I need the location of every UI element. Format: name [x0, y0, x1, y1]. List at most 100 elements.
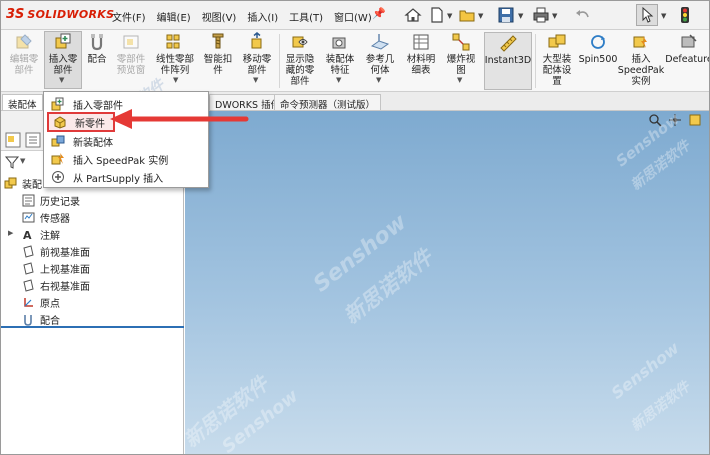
open-folder-icon [459, 10, 475, 22]
component-preview-icon [123, 35, 139, 49]
solidworks-logo[interactable]: 3S SOLIDWORKS [6, 7, 114, 22]
new-document-icon [431, 7, 443, 23]
select-button[interactable] [636, 4, 658, 26]
insert-component-icon [51, 97, 64, 111]
open-caret-icon[interactable]: ▼ [478, 12, 483, 20]
select-arrow-icon [642, 6, 654, 23]
new-document-button[interactable] [428, 5, 446, 25]
exploded-view-button[interactable]: 爆炸视 图 [442, 32, 480, 76]
menu-file[interactable]: 文件(F) [112, 9, 146, 24]
speedpak-icon [633, 36, 647, 48]
move-component-icon [251, 32, 262, 49]
open-button[interactable] [458, 5, 476, 25]
edit-component-icon [16, 34, 32, 49]
plane-icon [23, 244, 34, 258]
menu-insert[interactable]: 插入(I) [247, 9, 278, 24]
component-preview-button[interactable]: 零部件 预览窗 [111, 32, 151, 76]
ds-logo-mark: 3S [6, 7, 25, 22]
new-part-icon [54, 116, 66, 129]
new-document-caret-icon[interactable]: ▼ [447, 12, 452, 20]
menu-tools[interactable]: 工具(T) [289, 9, 323, 24]
tree-item-origin[interactable]: 原点 [22, 294, 60, 310]
show-hidden-components-button[interactable]: 显示隐 藏的零 部件 [281, 32, 319, 87]
tree-item-history[interactable]: 历史记录 [22, 192, 80, 208]
large-assembly-icon [548, 34, 566, 48]
edit-component-button[interactable]: 编辑零 部件 [4, 32, 44, 76]
menu-view[interactable]: 视图(V) [202, 9, 237, 24]
assembly-features-caret-icon[interactable]: ▼ [336, 76, 341, 84]
print-button[interactable] [532, 5, 550, 25]
ribbon-separator [279, 34, 280, 88]
move-component-button[interactable]: 移动零 部件 [238, 32, 276, 76]
main-menu: 文件(F) 编辑(E) 视图(V) 插入(I) 工具(T) 窗口(W) [112, 9, 383, 24]
tree-item-top-plane[interactable]: 上视基准面 [22, 260, 90, 276]
feature-manager-tab-icon[interactable] [4, 131, 22, 149]
expand-annotations-icon[interactable]: ▶ [8, 229, 13, 237]
menu-bar: 3S SOLIDWORKS 文件(F) 编辑(E) 视图(V) 插入(I) 工具… [0, 0, 710, 30]
speedpak-icon [51, 153, 64, 165]
solidworks-logo-text: SOLIDWORKS [27, 8, 115, 21]
flyout-insert-from-partsupply[interactable]: 从 PartSupply 插入 [47, 168, 205, 186]
exploded-view-caret-icon[interactable]: ▼ [457, 76, 462, 84]
section-view-icon[interactable] [688, 113, 702, 127]
print-caret-icon[interactable]: ▼ [552, 12, 557, 20]
home-icon [404, 8, 422, 22]
tree-item-right-plane[interactable]: 右视基准面 [22, 277, 90, 293]
save-icon [498, 7, 514, 23]
annotation-arrow-icon [110, 109, 249, 129]
graphics-viewport[interactable]: Senshow 新思诺软件 Senshow 新思诺软件 Senshow 新思诺软… [185, 111, 710, 455]
spin500-button[interactable]: Spin500 [579, 32, 617, 65]
plane-icon [23, 278, 34, 292]
bill-of-materials-button[interactable]: 材料明 细表 [402, 32, 440, 76]
mate-icon [91, 34, 103, 51]
defeature-button[interactable]: Defeature [665, 32, 710, 65]
filter-caret-icon[interactable]: ▼ [20, 157, 25, 165]
spin500-icon [591, 35, 605, 49]
tree-item-front-plane[interactable]: 前视基准面 [22, 243, 90, 259]
smart-fastener-button[interactable]: 智能扣 件 [199, 32, 237, 76]
tree-item-mates[interactable]: 配合 [22, 311, 60, 327]
bom-icon [413, 34, 429, 50]
flyout-insert-speedpak[interactable]: 插入 SpeedPak 实例 [47, 150, 205, 168]
mate-button[interactable]: 配合 [84, 32, 110, 65]
menu-edit[interactable]: 编辑(E) [157, 9, 191, 24]
smart-fastener-icon [212, 33, 224, 49]
new-assembly-icon [51, 135, 65, 147]
sensor-icon [22, 212, 35, 222]
mates-folder-icon [24, 314, 32, 326]
linear-pattern-caret-icon[interactable]: ▼ [173, 76, 178, 84]
tab-command-predictor[interactable]: 命令预测器（测试版） [274, 94, 382, 111]
traffic-light-icon [681, 7, 689, 23]
assembly-features-button[interactable]: 装配体 特征 [321, 32, 359, 76]
linear-pattern-button[interactable]: 线性零部 件阵列 [152, 32, 198, 76]
flyout-new-assembly[interactable]: 新装配体 [47, 132, 205, 150]
select-caret-icon[interactable]: ▼ [661, 12, 666, 20]
property-manager-tab-icon[interactable] [24, 131, 42, 149]
tree-item-annotations[interactable]: A 注解 [22, 226, 60, 242]
move-component-caret-icon[interactable]: ▼ [253, 76, 258, 84]
show-hidden-icon [292, 36, 308, 48]
instant3d-button[interactable]: Instant3D [484, 32, 532, 90]
insert-component-caret-icon[interactable]: ▼ [59, 76, 64, 84]
filter-icon[interactable] [4, 154, 20, 170]
ribbon-separator [535, 34, 536, 88]
pin-icon[interactable]: 📌 [372, 7, 386, 20]
rollback-bar[interactable] [0, 326, 184, 328]
annotation-icon: A [23, 229, 32, 241]
large-assembly-settings-button[interactable]: 大型装 配体设 置 [537, 32, 577, 87]
tree-root-assembly[interactable]: 装配 [4, 175, 42, 191]
reference-geometry-button[interactable]: 参考几 何体 [361, 32, 399, 76]
reference-geometry-caret-icon[interactable]: ▼ [376, 76, 381, 84]
rebuild-button[interactable] [676, 5, 694, 25]
linear-pattern-icon [166, 34, 180, 49]
svg-text:A: A [23, 229, 32, 241]
tab-assembly[interactable]: 装配体 [2, 94, 43, 111]
menu-window[interactable]: 窗口(W) [334, 9, 372, 24]
tree-item-sensors[interactable]: 传感器 [22, 209, 70, 225]
save-button[interactable] [497, 5, 515, 25]
flyout-new-part[interactable]: 新零件 [47, 112, 115, 132]
insert-speedpak-button[interactable]: 插入 SpeedPak 实例 [618, 32, 664, 87]
undo-button[interactable] [574, 5, 592, 25]
save-caret-icon[interactable]: ▼ [518, 12, 523, 20]
home-button[interactable] [404, 5, 422, 25]
